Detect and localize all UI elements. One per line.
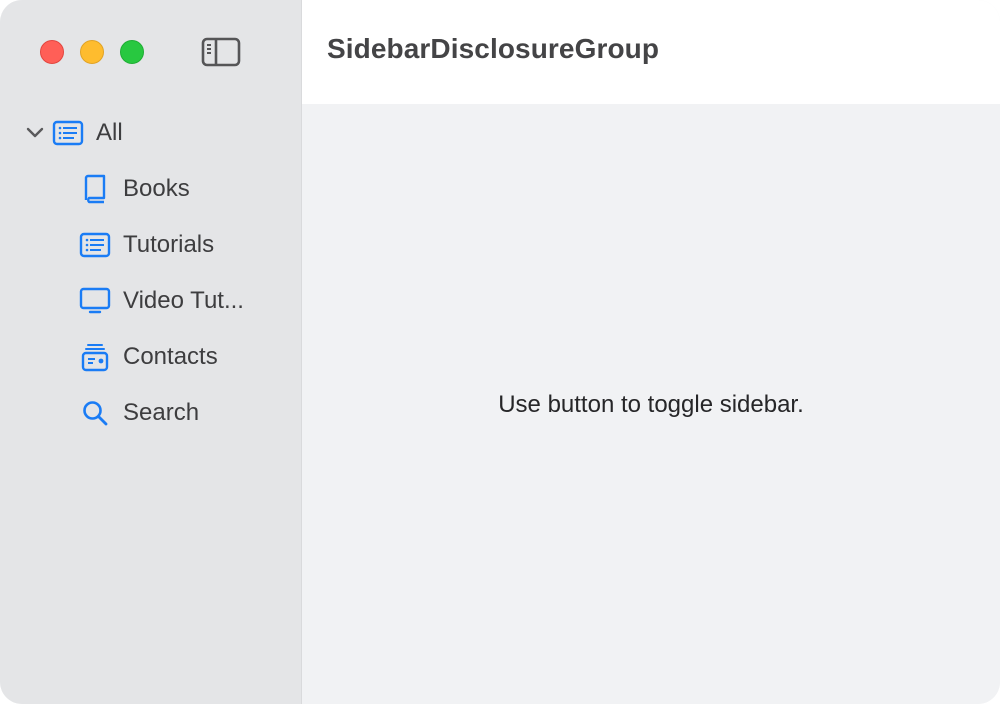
list-bullet-rectangle-icon [79,229,111,261]
sidebar-item-label: Books [123,175,190,202]
sidebar-item-tutorials[interactable]: Tutorials [79,225,294,265]
sidebar-item-label: Video Tut... [123,287,244,314]
list-bullet-rectangle-icon [52,117,84,149]
sidebar-item-label: Contacts [123,343,218,370]
app-window: All Books Tutorials Video Tut... Contact… [0,0,1000,704]
window-zoom-button[interactable] [120,40,144,64]
sidebar-item-contacts[interactable]: Contacts [79,337,294,377]
chevron-down-icon[interactable] [24,113,46,153]
sidebar-item-books[interactable]: Books [79,169,294,209]
display-icon [79,285,111,317]
book-icon [79,173,111,205]
window-minimize-button[interactable] [80,40,104,64]
contacts-card-stack-icon [79,341,111,373]
sidebar-item-search[interactable]: Search [79,393,294,433]
window-close-button[interactable] [40,40,64,64]
placeholder-message: Use button to toggle sidebar. [498,391,804,418]
sidebar-group-all[interactable]: All [24,113,294,153]
toolbar: SidebarDisclosureGroup [302,0,1000,104]
detail-content: Use button to toggle sidebar. [302,104,1000,704]
sidebar-left-icon [201,37,241,67]
sidebar-group-label: All [96,119,123,146]
toggle-sidebar-button[interactable] [200,35,242,69]
sidebar-item-label: Search [123,399,200,426]
magnifyingglass-icon [79,397,111,429]
window-title: SidebarDisclosureGroup [327,33,660,64]
sidebar-item-video-tutorials[interactable]: Video Tut... [79,281,294,321]
sidebar-item-label: Tutorials [123,231,215,258]
sidebar: All Books Tutorials Video Tut... Contact… [0,0,302,704]
